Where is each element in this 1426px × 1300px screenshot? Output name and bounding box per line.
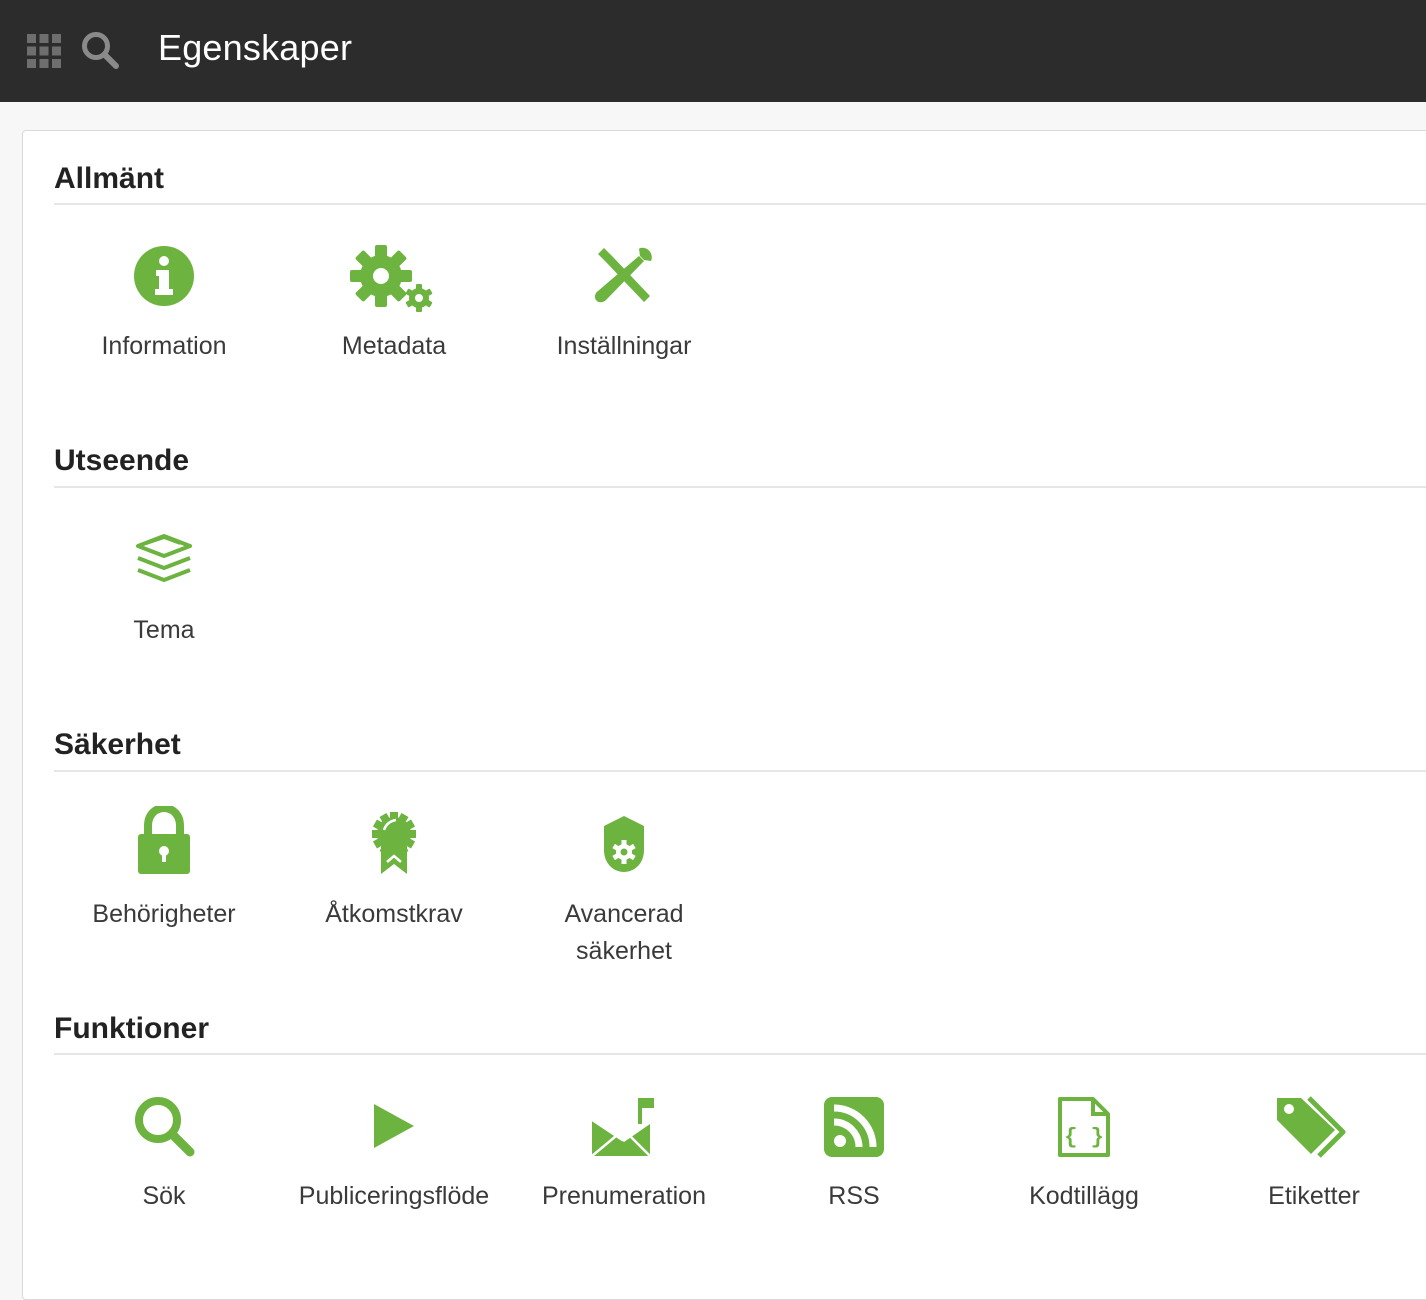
page-title: Egenskaper [158,27,353,68]
item-label: Etiketter [1268,1182,1360,1210]
access-requirements-item[interactable]: Åtkomstkrav [279,810,509,928]
shield-gear-icon [604,816,644,872]
item-label: Åtkomstkrav [325,900,463,928]
publishing-flow-item[interactable]: Publiceringsflöde [279,1102,509,1210]
advanced-security-item[interactable]: Avancerad säkerhet [509,814,739,965]
search-item[interactable]: Sök [49,1094,279,1210]
item-label: Information [101,332,227,360]
section-divider [54,1053,1426,1055]
lock-icon [138,806,190,874]
section-title-general: Allmänt [54,162,165,195]
tags-item[interactable]: Etiketter [1199,1094,1426,1210]
code-file-icon: { } [1058,1097,1110,1157]
info-item[interactable]: Information [49,244,279,360]
tools-icon [594,247,652,303]
item-label-line2: säkerhet [576,937,672,965]
rss-icon [824,1097,884,1157]
section-title-appearance: Utseende [54,444,190,477]
subscription-item[interactable]: Prenumeration [509,1096,739,1210]
rss-item[interactable]: RSS [739,1096,969,1210]
section-divider [54,486,1426,488]
top-bar: Egenskaper [0,0,1426,102]
gears-icon [350,245,433,312]
item-label: RSS [828,1182,880,1210]
settings-item[interactable]: Inställningar [509,244,739,360]
item-label: Tema [133,616,195,644]
code-addon-item[interactable]: { } Kodtillägg [969,1096,1199,1210]
award-icon [372,812,416,874]
section-title-features: Funktioner [54,1012,209,1045]
play-icon [374,1104,414,1148]
info-icon [134,246,194,306]
item-label-line1: Avancerad [564,900,684,928]
section-divider [54,770,1426,772]
theme-item[interactable]: Tema [49,532,279,644]
item-label: Behörigheter [92,900,236,928]
item-label: Metadata [341,332,447,360]
search-icon [135,1097,195,1157]
item-label: Inställningar [556,332,692,360]
svg-text:{ }: { } [1064,1125,1104,1150]
tags-icon [1277,1096,1346,1158]
section-title-security: Säkerhet [54,728,181,761]
permissions-item[interactable]: Behörigheter [49,806,279,928]
envelope-flag-icon [591,1098,654,1157]
search-icon[interactable] [80,30,120,70]
section-divider [54,203,1426,205]
item-label: Sök [142,1182,186,1210]
layers-icon [136,534,192,582]
metadata-item[interactable]: Metadata [279,244,509,360]
item-label: Prenumeration [542,1182,706,1210]
item-label: Kodtillägg [1029,1182,1139,1210]
item-label: Publiceringsflöde [298,1182,490,1210]
grid-icon[interactable] [26,33,62,69]
